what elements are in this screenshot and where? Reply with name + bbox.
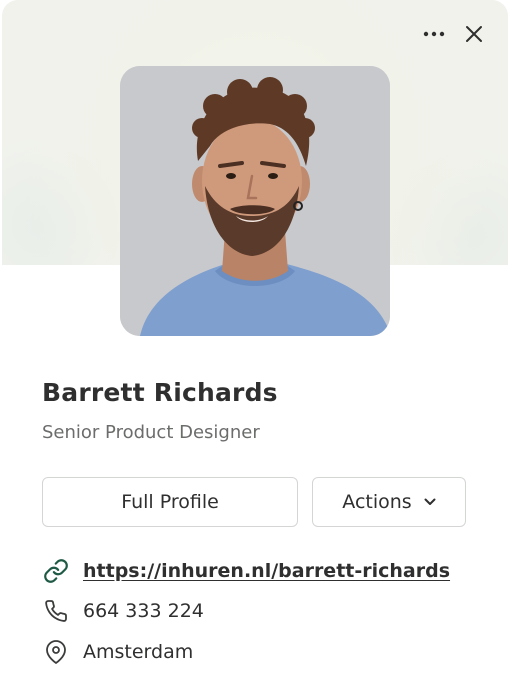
- profile-card: Barrett Richards Senior Product Designer…: [0, 0, 508, 680]
- contact-link-row: https://inhuren.nl/barrett-richards: [42, 557, 450, 585]
- contact-location-row: Amsterdam: [42, 638, 193, 666]
- full-profile-label: Full Profile: [121, 491, 219, 513]
- link-icon: [42, 557, 70, 585]
- close-button[interactable]: [458, 18, 490, 50]
- avatar: [120, 66, 390, 336]
- phone-icon: [42, 597, 70, 625]
- chevron-down-icon: [424, 498, 436, 505]
- location-text: Amsterdam: [83, 641, 194, 663]
- full-profile-button[interactable]: Full Profile: [42, 477, 298, 527]
- location-pin-icon: [42, 638, 70, 666]
- avatar-portrait: [120, 66, 390, 336]
- phone-number: 664 333 224: [83, 600, 204, 622]
- more-options-button[interactable]: [418, 18, 450, 50]
- actions-label: Actions: [342, 491, 412, 513]
- profile-name: Barrett Richards: [42, 378, 278, 407]
- close-icon: [466, 26, 482, 42]
- ellipsis-horizontal-icon: [423, 31, 445, 37]
- profile-title: Senior Product Designer: [42, 422, 260, 443]
- actions-button[interactable]: Actions: [312, 477, 466, 527]
- profile-url-link[interactable]: https://inhuren.nl/barrett-richards: [83, 560, 450, 582]
- contact-phone-row: 664 333 224: [42, 597, 204, 625]
